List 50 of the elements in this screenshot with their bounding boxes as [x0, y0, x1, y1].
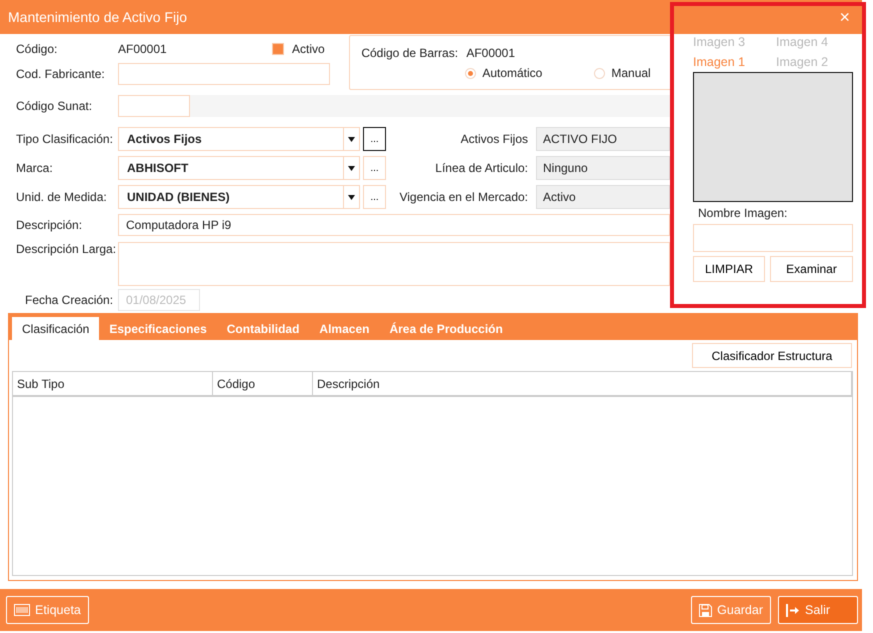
column-header[interactable]: Descripción [313, 372, 852, 395]
checkbox-label: Activo [292, 42, 325, 56]
exit-icon [786, 604, 800, 616]
input-field[interactable] [693, 224, 853, 252]
field-label: Línea de Articulo: [434, 161, 529, 175]
field-label: Vigencia en el Mercado: [398, 190, 529, 204]
field-label: Unid. de Medida: [16, 190, 108, 204]
field-label: Código Sunat: [16, 99, 94, 113]
field-label: Código: [16, 42, 58, 56]
checkbox[interactable] [272, 43, 284, 55]
ellipsis-button[interactable]: ... [363, 156, 386, 180]
dropdown[interactable]: UNIDAD (BIENES) [118, 185, 360, 209]
dropdown-arrow-icon [348, 194, 355, 200]
floppy-icon [699, 604, 712, 616]
radio-button[interactable] [465, 68, 476, 78]
column-header[interactable]: Sub Tipo [13, 372, 213, 395]
barcode-icon [14, 604, 30, 616]
field-label: Tipo Clasificación: [16, 132, 114, 146]
panel-button[interactable]: LIMPIAR [693, 256, 765, 282]
field-label: Activos Fijos [460, 132, 529, 146]
dropdown[interactable]: Ninguno [536, 156, 670, 180]
field-label: Descripción: [16, 218, 84, 232]
field-label: Nombre Imagen: [697, 206, 788, 220]
dropdown[interactable]: ACTIVO FIJO [536, 127, 670, 151]
dropdown[interactable]: ABHISOFT [118, 156, 360, 180]
dropdown[interactable]: Activo [536, 185, 670, 209]
field-label: Código de Barras: [361, 46, 460, 60]
field-label: Fecha Creación: [24, 293, 114, 307]
field-label: Descripción Larga: [16, 242, 118, 256]
structure-button[interactable]: Clasificador Estructura [692, 343, 852, 368]
ellipsis-button[interactable]: ... [363, 185, 386, 209]
text-area[interactable] [118, 242, 670, 286]
field-label: Cod. Fabricante: [16, 67, 106, 81]
input-field[interactable]: Computadora HP i9 [118, 214, 670, 236]
input-field[interactable] [118, 95, 190, 117]
radio-button[interactable] [594, 68, 606, 78]
ellipsis-button[interactable]: ... [363, 127, 386, 151]
code-value: AF00001 [118, 42, 168, 56]
input-field[interactable] [118, 63, 330, 85]
field-label: Marca: [16, 161, 54, 175]
dropdown-arrow-icon [348, 166, 355, 170]
radio-label: Manual [611, 66, 651, 80]
dropdown[interactable]: Activos Fijos [118, 127, 360, 151]
panel-button[interactable]: Examinar [770, 256, 853, 282]
column-header[interactable]: Código [213, 372, 313, 395]
barcode-value: AF00001 [466, 46, 516, 60]
dropdown-arrow-icon [348, 136, 355, 142]
tab[interactable]: Clasificación [12, 317, 100, 340]
window-title: Mantenimiento de Activo Fijo [8, 9, 187, 25]
radio-label: Automático [482, 66, 542, 80]
